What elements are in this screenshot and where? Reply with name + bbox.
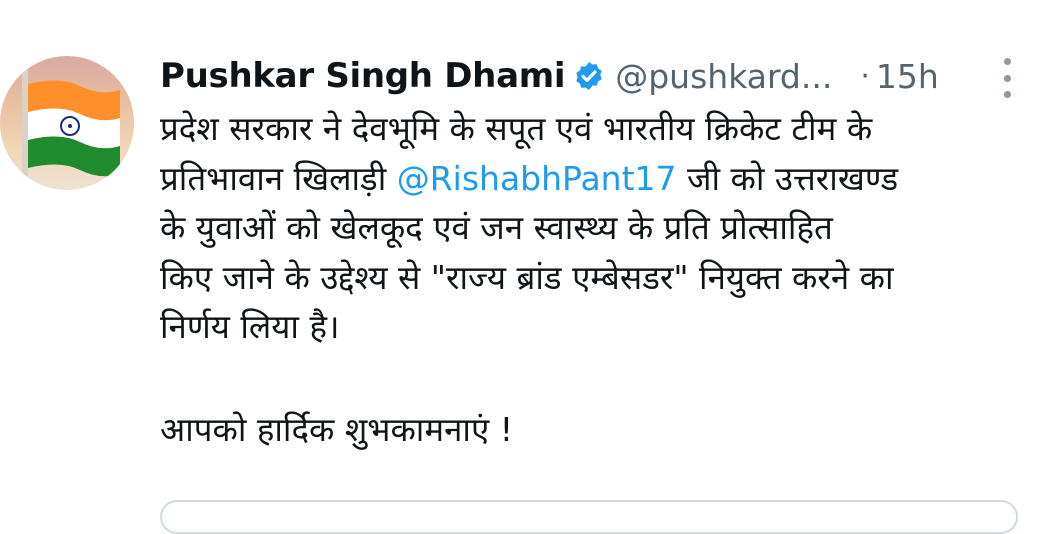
tweet-text: प्रदेश सरकार ने देवभूमि के सपूत एवं भारत…: [160, 104, 1018, 455]
verified-badge-icon: [573, 60, 605, 92]
indian-flag-image: [22, 66, 120, 190]
tweet-line: प्रतिभावान खिलाड़ी @RishabhPant17 जी को …: [160, 154, 1018, 204]
more-options-icon[interactable]: [998, 58, 1016, 98]
author-handle[interactable]: @pushkard...: [615, 57, 832, 96]
tweet-line: निर्णय लिया है।: [160, 307, 340, 346]
avatar[interactable]: [0, 56, 134, 190]
tweet-text-segment: प्रतिभावान खिलाड़ी: [160, 158, 397, 198]
tweet-line: प्रदेश सरकार ने देवभूमि के सपूत एवं भारत…: [160, 109, 873, 148]
tweet-line: किए जाने के उद्देश्य से "राज्य ब्रांड एम…: [160, 257, 894, 297]
author-name[interactable]: Pushkar Singh Dhami: [160, 56, 566, 96]
tweet-header: Pushkar Singh Dhami @pushkard... · 15h: [160, 52, 1018, 100]
separator-dot: ·: [860, 58, 870, 94]
tweet-text-segment: जी को उत्तराखण्ड: [676, 158, 899, 198]
mention-link[interactable]: @RishabhPant17: [397, 159, 677, 198]
tweet-line: के युवाओं को खेलकूद एवं जन स्वास्थ्य के …: [160, 208, 833, 247]
tweet-timestamp[interactable]: 15h: [876, 57, 939, 96]
quoted-card[interactable]: [160, 500, 1018, 534]
tweet-greeting: आपको हार्दिक शुभकामनाएं !: [160, 410, 513, 449]
